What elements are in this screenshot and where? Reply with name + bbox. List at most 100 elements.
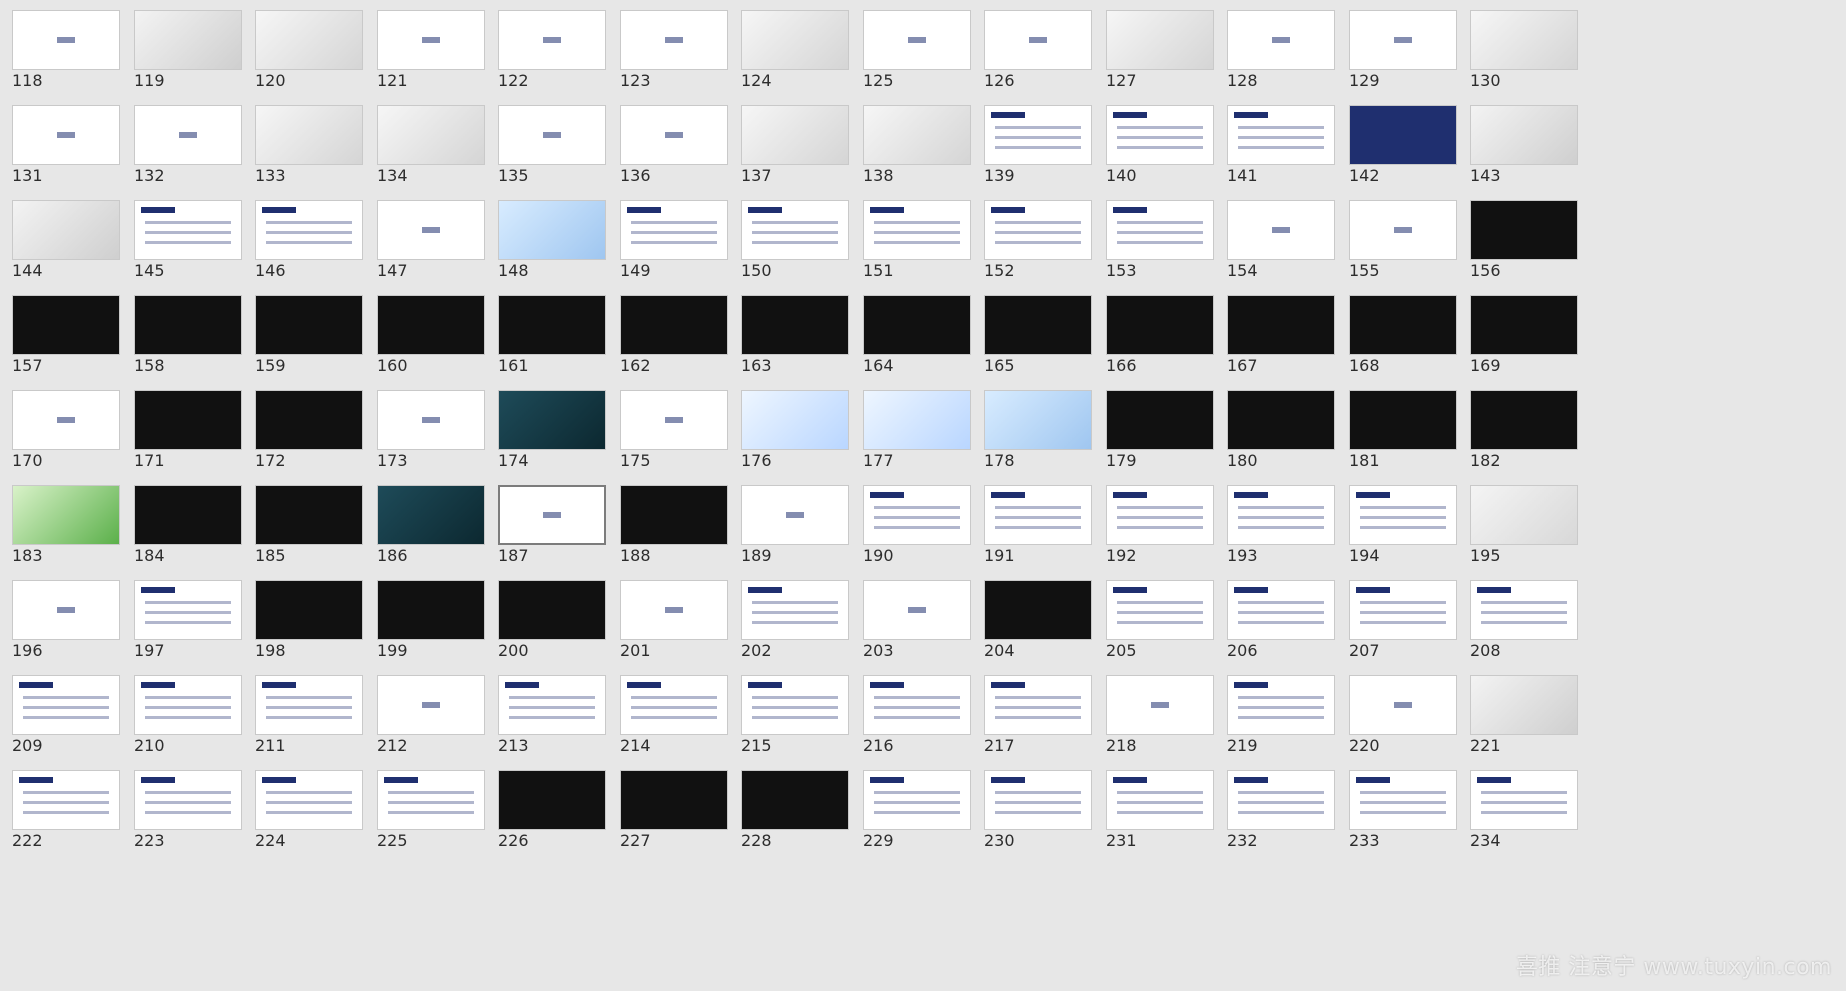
slide-thumbnail[interactable]: 140 [1106, 105, 1214, 187]
slide-thumbnail[interactable]: 166 [1106, 295, 1214, 377]
slide-preview[interactable] [255, 390, 363, 450]
slide-preview[interactable] [498, 200, 606, 260]
slide-preview[interactable] [255, 675, 363, 735]
slide-thumbnail[interactable]: 168 [1349, 295, 1457, 377]
slide-preview[interactable] [255, 580, 363, 640]
slide-preview[interactable] [12, 200, 120, 260]
slide-preview[interactable] [863, 675, 971, 735]
slide-thumbnail[interactable]: 134 [377, 105, 485, 187]
slide-preview[interactable] [1349, 675, 1457, 735]
slide-preview[interactable] [377, 200, 485, 260]
slide-thumbnail[interactable]: 228 [741, 770, 849, 852]
slide-thumbnail[interactable]: 231 [1106, 770, 1214, 852]
slide-preview[interactable] [1227, 770, 1335, 830]
slide-preview[interactable] [984, 485, 1092, 545]
slide-thumbnail[interactable]: 158 [134, 295, 242, 377]
slide-thumbnail[interactable]: 193 [1227, 485, 1335, 567]
slide-preview[interactable] [1470, 485, 1578, 545]
slide-preview[interactable] [863, 770, 971, 830]
slide-preview[interactable] [1106, 485, 1214, 545]
slide-preview[interactable] [984, 390, 1092, 450]
slide-preview[interactable] [377, 675, 485, 735]
slide-thumbnail[interactable]: 199 [377, 580, 485, 662]
slide-thumbnail[interactable]: 200 [498, 580, 606, 662]
slide-preview[interactable] [863, 485, 971, 545]
slide-preview[interactable] [741, 390, 849, 450]
slide-thumbnail[interactable]: 139 [984, 105, 1092, 187]
slide-preview[interactable] [134, 675, 242, 735]
slide-thumbnail[interactable]: 165 [984, 295, 1092, 377]
slide-thumbnail[interactable]: 133 [255, 105, 363, 187]
slide-preview[interactable] [498, 770, 606, 830]
slide-preview[interactable] [620, 105, 728, 165]
slide-preview[interactable] [377, 580, 485, 640]
slide-thumbnail[interactable]: 131 [12, 105, 120, 187]
slide-thumbnail[interactable]: 230 [984, 770, 1092, 852]
slide-preview[interactable] [984, 770, 1092, 830]
slide-thumbnail[interactable]: 198 [255, 580, 363, 662]
slide-thumbnail[interactable]: 173 [377, 390, 485, 472]
slide-preview[interactable] [1349, 390, 1457, 450]
slide-thumbnail[interactable]: 157 [12, 295, 120, 377]
slide-preview[interactable] [377, 390, 485, 450]
slide-thumbnail[interactable]: 144 [12, 200, 120, 282]
slide-thumbnail[interactable]: 214 [620, 675, 728, 757]
slide-preview[interactable] [984, 580, 1092, 640]
slide-preview[interactable] [863, 390, 971, 450]
slide-thumbnail[interactable]: 150 [741, 200, 849, 282]
slide-preview[interactable] [12, 295, 120, 355]
slide-preview[interactable] [984, 675, 1092, 735]
slide-preview[interactable] [1106, 10, 1214, 70]
slide-thumbnail[interactable]: 194 [1349, 485, 1457, 567]
slide-thumbnail[interactable]: 180 [1227, 390, 1335, 472]
slide-preview[interactable] [1349, 200, 1457, 260]
slide-thumbnail[interactable]: 201 [620, 580, 728, 662]
slide-thumbnail[interactable]: 170 [12, 390, 120, 472]
slide-preview[interactable] [1106, 200, 1214, 260]
slide-preview[interactable] [741, 200, 849, 260]
slide-preview[interactable] [1470, 295, 1578, 355]
slide-preview[interactable] [1227, 105, 1335, 165]
slide-preview[interactable] [620, 770, 728, 830]
slide-preview[interactable] [863, 10, 971, 70]
slide-thumbnail[interactable]: 136 [620, 105, 728, 187]
slide-thumbnail[interactable]: 125 [863, 10, 971, 92]
slide-thumbnail[interactable]: 215 [741, 675, 849, 757]
slide-preview[interactable] [255, 10, 363, 70]
slide-preview[interactable] [741, 580, 849, 640]
slide-preview[interactable] [741, 770, 849, 830]
slide-preview[interactable] [12, 485, 120, 545]
slide-thumbnail[interactable]: 189 [741, 485, 849, 567]
slide-preview[interactable] [134, 10, 242, 70]
slide-preview[interactable] [134, 105, 242, 165]
slide-preview[interactable] [255, 485, 363, 545]
slide-thumbnail[interactable]: 203 [863, 580, 971, 662]
slide-thumbnail[interactable]: 219 [1227, 675, 1335, 757]
slide-preview[interactable] [255, 105, 363, 165]
slide-thumbnail[interactable]: 120 [255, 10, 363, 92]
slide-preview[interactable] [1470, 770, 1578, 830]
slide-thumbnail[interactable]: 208 [1470, 580, 1578, 662]
slide-preview[interactable] [620, 295, 728, 355]
slide-preview[interactable] [741, 295, 849, 355]
slide-thumbnail[interactable]: 220 [1349, 675, 1457, 757]
slide-thumbnail[interactable]: 225 [377, 770, 485, 852]
slide-preview[interactable] [134, 390, 242, 450]
slide-thumbnail[interactable]: 184 [134, 485, 242, 567]
slide-preview[interactable] [377, 105, 485, 165]
slide-preview[interactable] [134, 295, 242, 355]
slide-thumbnail[interactable]: 172 [255, 390, 363, 472]
slide-thumbnail[interactable]: 177 [863, 390, 971, 472]
slide-preview[interactable] [1106, 580, 1214, 640]
slide-preview[interactable] [134, 485, 242, 545]
slide-preview[interactable] [984, 10, 1092, 70]
slide-thumbnail[interactable]: 197 [134, 580, 242, 662]
slide-preview[interactable] [620, 390, 728, 450]
slide-preview[interactable] [1470, 580, 1578, 640]
slide-thumbnail[interactable]: 226 [498, 770, 606, 852]
slide-preview[interactable] [498, 485, 606, 545]
slide-thumbnail[interactable]: 181 [1349, 390, 1457, 472]
slide-preview[interactable] [741, 105, 849, 165]
slide-thumbnail[interactable]: 216 [863, 675, 971, 757]
slide-thumbnail[interactable]: 218 [1106, 675, 1214, 757]
